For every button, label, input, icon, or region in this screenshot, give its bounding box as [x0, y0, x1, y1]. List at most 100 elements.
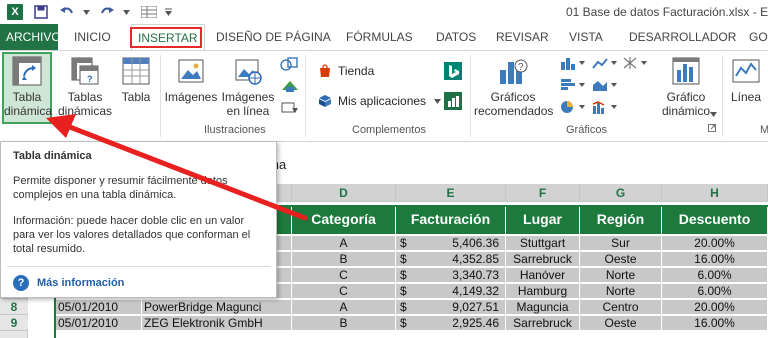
tabla-dinamica-label-1: Tabla — [12, 90, 42, 104]
combo-chart-icon[interactable] — [592, 100, 618, 114]
area-chart-icon[interactable] — [592, 78, 618, 92]
cell-descuento[interactable]: 20.00% — [662, 236, 768, 251]
undo-icon[interactable] — [58, 3, 76, 21]
cell-lugar[interactable]: Hanóver — [506, 268, 580, 283]
tab-datos[interactable]: DATOS — [436, 24, 476, 50]
smartart-icon[interactable] — [280, 78, 300, 96]
tab-revisar[interactable]: REVISAR — [496, 24, 549, 50]
graficos-recomendados-button[interactable]: ? Gráficos recomendados — [474, 56, 553, 118]
cell-lugar[interactable]: Hamburg — [506, 284, 580, 299]
cell-descuento[interactable]: 16.00% — [662, 316, 768, 331]
cell-region[interactable]: Norte — [580, 268, 662, 283]
cell-currency[interactable]: $ — [396, 300, 416, 315]
save-icon[interactable] — [32, 3, 50, 21]
cell-facturacion[interactable]: 4,352.85 — [416, 252, 506, 267]
grafico-dinamico-label-2: dinámico — [661, 104, 711, 118]
cell-categoria[interactable]: C — [292, 284, 396, 299]
tab-archivo[interactable]: ARCHIVO — [0, 24, 61, 50]
cell-facturacion[interactable]: 9,027.51 — [416, 300, 506, 315]
cell-currency[interactable]: $ — [396, 252, 416, 267]
cell-client[interactable]: PowerBridge Magunci — [142, 300, 292, 315]
people-graph-icon[interactable] — [444, 92, 462, 110]
grafico-dinamico-dropdown-icon[interactable] — [710, 112, 717, 117]
cell-categoria[interactable]: A — [292, 300, 396, 315]
cell-region[interactable]: Oeste — [580, 252, 662, 267]
header-region[interactable]: Región — [580, 205, 662, 234]
shapes-icon[interactable] — [280, 56, 300, 74]
tooltip-more-info-link[interactable]: ? Más información — [13, 275, 124, 291]
tabla-dinamica-button[interactable]: Tabla dinámica — [4, 56, 52, 118]
sparkline-linea-button[interactable]: Línea — [728, 56, 764, 104]
undo-dropdown-icon[interactable] — [82, 3, 90, 21]
column-chart-icon[interactable] — [560, 56, 586, 70]
column-header-e[interactable]: E — [396, 184, 506, 202]
cell-currency[interactable]: $ — [396, 284, 416, 299]
cell-currency[interactable]: $ — [396, 236, 416, 251]
row-header[interactable]: 8 — [0, 300, 28, 315]
cell-date[interactable]: 05/01/2010 — [54, 300, 142, 315]
cell-categoria[interactable]: A — [292, 236, 396, 251]
bing-icon[interactable] — [444, 62, 462, 80]
cell-region[interactable]: Norte — [580, 284, 662, 299]
screenshot-icon[interactable] — [280, 100, 300, 118]
recommended-charts-icon: ? — [497, 56, 529, 86]
cell-categoria[interactable]: B — [292, 316, 396, 331]
cell-descuento[interactable]: 16.00% — [662, 252, 768, 267]
cell-facturacion[interactable]: 4,149.32 — [416, 284, 506, 299]
tab-formulas[interactable]: FÓRMULAS — [346, 24, 413, 50]
grafico-dinamico-button[interactable]: Gráfico dinámico — [656, 56, 716, 118]
scatter-chart-icon[interactable] — [622, 56, 648, 70]
tab-desarrollador[interactable]: DESARROLLADOR — [629, 24, 736, 50]
grafico-dinamico-label-1: Gráfico — [666, 90, 706, 104]
cell-facturacion[interactable]: 5,406.36 — [416, 236, 506, 251]
imagenes-en-linea-button[interactable]: Imágenes en línea — [220, 56, 276, 118]
cell-facturacion[interactable]: 2,925.46 — [416, 316, 506, 331]
cell-descuento[interactable]: 6.00% — [662, 268, 768, 283]
tab-inicio[interactable]: INICIO — [74, 24, 111, 50]
cell-region[interactable]: Sur — [580, 236, 662, 251]
graficos-dialog-launcher-icon[interactable] — [708, 124, 716, 132]
column-header-d[interactable]: D — [292, 184, 396, 202]
cell-region[interactable]: Oeste — [580, 316, 662, 331]
imagenes-button[interactable]: Imágenes — [164, 56, 218, 104]
tienda-button[interactable]: Tienda — [318, 64, 374, 78]
column-header-g[interactable]: G — [580, 184, 662, 202]
cell-date[interactable]: 05/01/2010 — [54, 316, 142, 331]
mis-aplicaciones-button[interactable]: Mis aplicaciones — [318, 94, 442, 108]
cell-categoria[interactable]: C — [292, 268, 396, 283]
bar-chart-icon[interactable] — [560, 78, 586, 92]
tab-diseno-pagina[interactable]: DISEÑO DE PÁGINA — [216, 24, 331, 50]
cell-lugar[interactable]: Sarrebruck — [506, 316, 580, 331]
cell-region[interactable]: Centro — [580, 300, 662, 315]
cell-categoria[interactable]: B — [292, 252, 396, 267]
cell-lugar[interactable]: Sarrebruck — [506, 252, 580, 267]
tab-vista[interactable]: VISTA — [569, 24, 603, 50]
customize-toolbar-icon[interactable] — [164, 3, 172, 21]
header-facturacion[interactable]: Facturación — [396, 205, 506, 234]
row-header[interactable]: 9 — [0, 316, 28, 331]
cell-descuento[interactable]: 20.00% — [662, 300, 768, 315]
redo-icon[interactable] — [98, 3, 116, 21]
cell-descuento[interactable]: 6.00% — [662, 284, 768, 299]
header-descuento[interactable]: Descuento — [662, 205, 768, 234]
excel-app-icon: X — [6, 3, 24, 21]
column-header-f[interactable]: F — [506, 184, 580, 202]
cell-lugar[interactable]: Stuttgart — [506, 236, 580, 251]
ribbon-tabs: ARCHIVO INICIO INSERTAR DISEÑO DE PÁGINA… — [0, 24, 768, 50]
redo-dropdown-icon[interactable] — [122, 3, 130, 21]
form-icon[interactable] — [140, 3, 158, 21]
pie-chart-icon[interactable] — [560, 100, 586, 114]
mis-aplicaciones-label: Mis aplicaciones — [338, 94, 427, 108]
column-header-h[interactable]: H — [662, 184, 768, 202]
header-lugar[interactable]: Lugar — [506, 205, 580, 234]
tablas-dinamicas-button[interactable]: ? Tablas dinámicas — [56, 56, 114, 118]
cell-currency[interactable]: $ — [396, 316, 416, 331]
tab-go[interactable]: GO — [749, 24, 768, 50]
tabla-button[interactable]: Tabla — [116, 56, 156, 104]
cell-client[interactable]: ZEG Elektronik GmbH — [142, 316, 292, 331]
line-chart-icon[interactable] — [592, 56, 618, 70]
header-categoria[interactable]: Categoría — [292, 205, 396, 234]
cell-currency[interactable]: $ — [396, 268, 416, 283]
cell-facturacion[interactable]: 3,340.73 — [416, 268, 506, 283]
cell-lugar[interactable]: Maguncia — [506, 300, 580, 315]
